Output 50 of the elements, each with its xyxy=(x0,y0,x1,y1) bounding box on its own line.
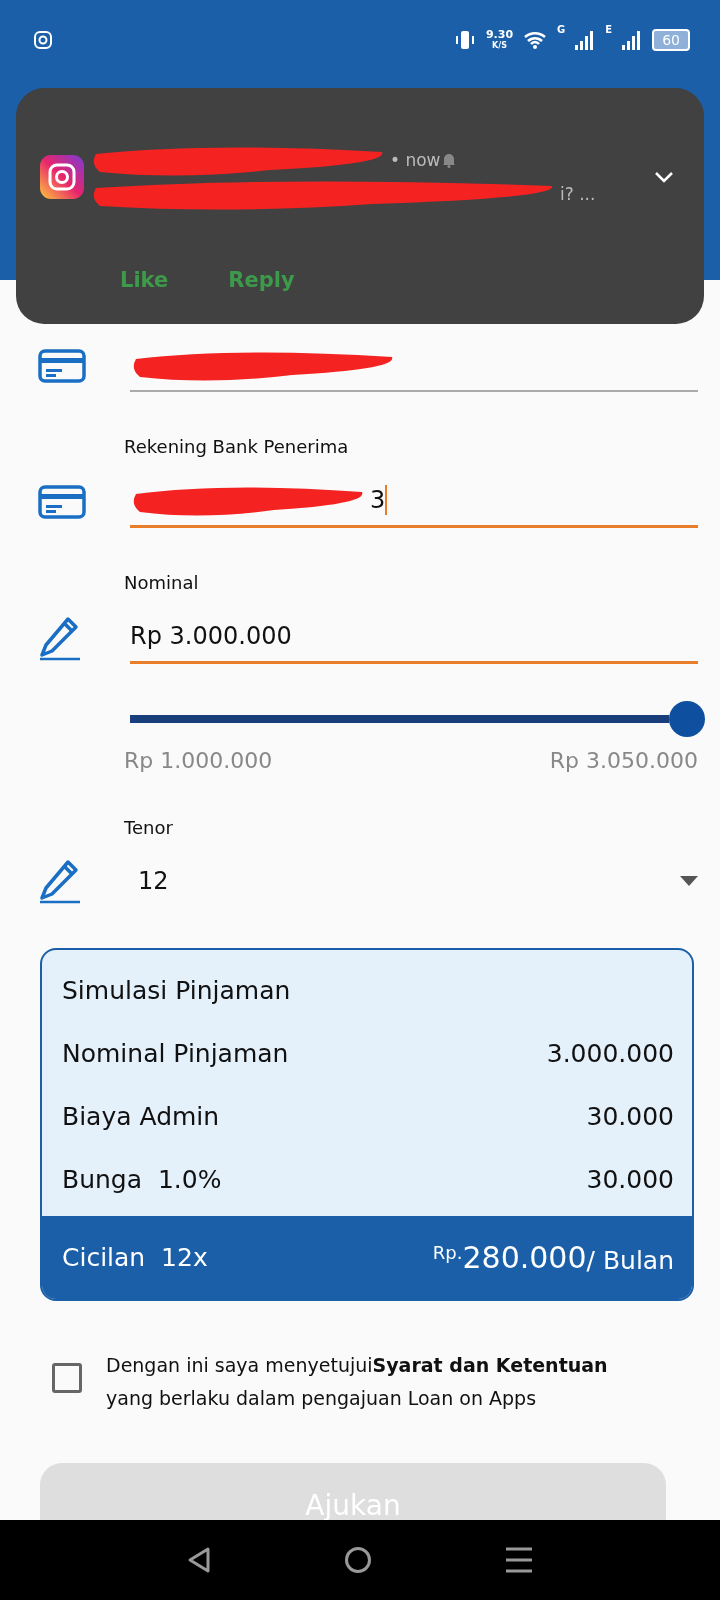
slider-thumb[interactable] xyxy=(668,701,705,737)
expand-chevron-icon[interactable] xyxy=(654,171,674,183)
back-icon[interactable] xyxy=(186,1546,211,1574)
signal-icon xyxy=(575,30,596,50)
text-cursor xyxy=(385,485,388,515)
notification-action[interactable]: Like xyxy=(120,268,169,292)
max-label: Rp 3.050.000 xyxy=(549,748,698,773)
menu-icon[interactable] xyxy=(505,1547,534,1573)
installment-label: Cicilan 12x xyxy=(62,1243,208,1272)
field-value: Rp 3.000.000 xyxy=(130,622,292,650)
field-value: 3 xyxy=(370,486,386,514)
agreement-checkbox[interactable] xyxy=(52,1363,82,1393)
period-label: / Bulan xyxy=(586,1246,674,1275)
camera-app-icon xyxy=(40,155,84,199)
row-label: Nominal Pinjaman xyxy=(62,1039,289,1068)
currency-label: Rp. xyxy=(432,1242,463,1263)
network-speed: 9.30 K/S xyxy=(485,29,514,51)
signal-icon xyxy=(622,30,643,50)
battery-level: 60 xyxy=(652,29,690,51)
field-value: 12 xyxy=(138,867,169,895)
row-value: 30.000 xyxy=(586,1102,674,1131)
dropdown-arrow-icon xyxy=(680,876,698,886)
simulation-title: Simulasi Pinjaman xyxy=(62,976,292,1005)
network-type: E xyxy=(605,24,613,35)
row-label: Biaya Admin xyxy=(62,1102,220,1131)
row-value: 3.000.000 xyxy=(546,1039,674,1068)
pencil-icon xyxy=(38,858,82,904)
min-label: Rp 1.000.000 xyxy=(124,748,273,773)
tenor-dropdown[interactable]: 12 xyxy=(130,856,698,906)
notification-action[interactable]: Reply xyxy=(228,268,295,292)
network-type: G xyxy=(557,24,566,35)
notification-card[interactable]: • now i? ... Like Reply xyxy=(16,88,704,324)
field-label: Tenor xyxy=(124,817,174,838)
row-value: 30.000 xyxy=(586,1165,674,1194)
wifi-icon xyxy=(523,30,548,50)
input-field[interactable]: Rp 3.000.000 xyxy=(130,611,698,664)
pencil-icon xyxy=(38,614,82,661)
vibrate-icon xyxy=(453,29,476,51)
card-icon xyxy=(38,484,86,519)
field-label: Rekening Bank Penerima xyxy=(124,436,350,457)
agreement-text: Dengan ini saya menyetujuiSyarat dan Ketentuan yang berlaku dalam pengajuan Loan on Apps xyxy=(106,1353,609,1411)
notification-message: i? ... xyxy=(560,184,596,204)
installment-amount: 280.000 xyxy=(462,1240,587,1275)
row-label: Bunga 1.0% xyxy=(62,1165,222,1194)
home-icon[interactable] xyxy=(344,1546,372,1574)
field-label: Nominal xyxy=(124,572,200,593)
camera-app-icon xyxy=(34,31,52,49)
notification-time: • now xyxy=(390,150,441,170)
card-icon xyxy=(38,349,86,383)
input-field[interactable]: 3 xyxy=(130,475,698,528)
